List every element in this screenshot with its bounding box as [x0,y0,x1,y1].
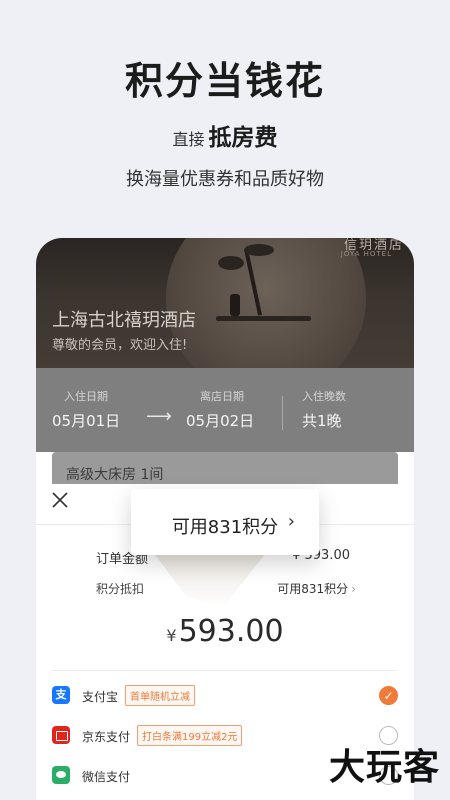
payment-name: 京东支付 [82,730,131,744]
currency-symbol: ¥ [166,626,177,645]
hero-leaf-decoration [218,256,244,270]
promo-tag: 首单随机立减 [125,685,195,706]
hotel-brand-logo-en: JOYA HOTEL [340,250,392,258]
points-deduction-value: 可用831积分 [277,582,349,596]
hotel-name: 上海古北禧玥酒店 [52,310,196,331]
welcome-message: 尊敬的会员，欢迎入住! [52,338,188,353]
hotel-hero-banner: 信玥酒店 JOYA HOTEL 上海古北禧玥酒店 尊敬的会员，欢迎入住! [36,238,414,398]
payable-amount: ¥593.00 [36,614,414,649]
payment-name: 支付宝 [82,690,119,704]
room-name: 高级大床房 1间 [66,467,164,483]
checkout-label: 离店日期 [200,390,244,403]
selected-check-icon[interactable]: ✓ [379,686,398,705]
points-deduction-label: 积分抵扣 [96,582,145,596]
checkout-value: 05月02日 [186,412,255,430]
promo-description: 换海量优惠券和品质好物 [126,169,324,190]
hero-leaf-decoration [244,244,274,256]
checkin-value: 05月01日 [52,412,121,430]
promo-title: 积分当钱花 [124,59,325,103]
hero-table-decoration [216,316,311,321]
nights-count: 入住晚数 共1晚 [302,388,346,431]
checkin-date[interactable]: 入住日期 05月01日 [52,388,120,431]
checkin-label: 入住日期 [64,390,108,403]
nights-value: 共1晚 [302,412,342,430]
points-deduction-link[interactable]: 可用831积分 › [277,580,356,597]
hero-vase-decoration [230,294,240,316]
amount-value: 593.00 [178,614,284,649]
promo-sub-prefix: 直接 [172,130,205,149]
divider [52,670,398,671]
divider [282,396,283,430]
close-icon[interactable] [50,490,70,510]
nights-label: 入住晚数 [302,390,346,403]
chevron-right-icon: › [287,511,295,532]
checkout-date[interactable]: 离店日期 05月02日 [186,388,254,431]
promo-sub-emphasis: 抵房费 [208,125,278,151]
arrow-right-icon: ⟶ [146,406,172,427]
points-callout[interactable]: 可用831积分 › [131,489,319,555]
alipay-icon: 支 [52,686,70,704]
payment-name: 微信支付 [82,770,131,784]
payment-option-alipay[interactable]: 支 支付宝 首单随机立减 ✓ [36,676,414,716]
promo-subtitle: 直接 抵房费 [0,118,450,152]
watermark-logo: 大玩客 [328,747,440,788]
wechat-pay-icon [52,766,70,784]
jd-pay-icon [52,726,70,744]
stay-dates-strip: 入住日期 05月01日 ⟶ 离店日期 05月02日 入住晚数 共1晚 [36,368,414,452]
promo-tag: 打白条满199立减2元 [137,725,243,746]
chevron-right-icon: › [351,582,356,596]
